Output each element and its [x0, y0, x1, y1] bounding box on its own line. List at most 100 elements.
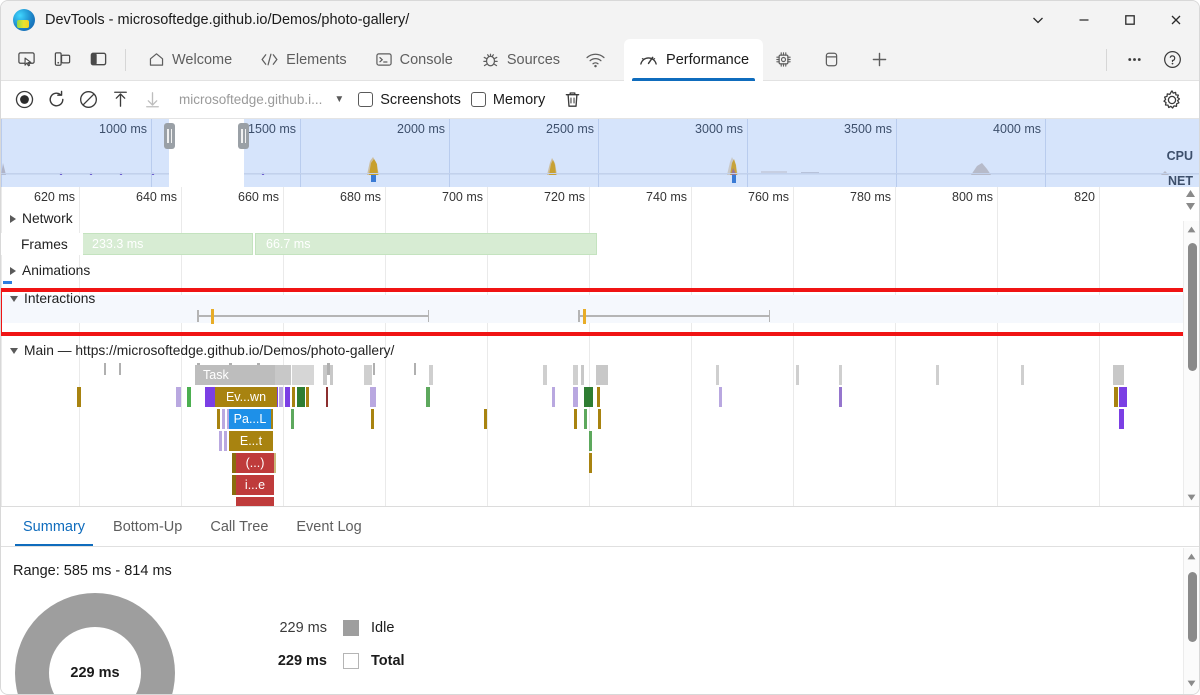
- interaction-start-cap: [197, 310, 199, 322]
- tab-elements[interactable]: Elements: [246, 39, 360, 81]
- profile-url-label[interactable]: microsoftedge.github.i...: [169, 92, 328, 107]
- upload-profile-icon[interactable]: [105, 86, 135, 114]
- drawer-scrollbar[interactable]: [1183, 548, 1199, 694]
- tab-memory[interactable]: [763, 39, 811, 81]
- overview-left-handle[interactable]: [164, 123, 175, 149]
- track-interactions[interactable]: Interactions: [1, 291, 95, 306]
- interaction-entry[interactable]: [578, 309, 770, 324]
- track-frames[interactable]: Frames: [1, 233, 83, 255]
- track-network[interactable]: Network: [1, 211, 73, 226]
- window-title: DevTools - microsoftedge.github.io/Demos…: [45, 12, 410, 28]
- toolbar-divider: [125, 48, 126, 71]
- spinner-up-icon: [1186, 190, 1195, 197]
- maximize-button[interactable]: [1107, 1, 1153, 39]
- donut-center-label: 229 ms: [70, 665, 120, 681]
- gear-icon[interactable]: [1157, 86, 1187, 114]
- detail-scrollbar[interactable]: [1183, 221, 1199, 506]
- legend-label: Total: [371, 652, 405, 669]
- tab-application[interactable]: [811, 39, 859, 81]
- timeline-detail-pane[interactable]: 600 ms 620 ms 640 ms 660 ms 680 ms 700 m…: [1, 187, 1199, 507]
- drawer-scroll-thumb[interactable]: [1187, 572, 1197, 642]
- track-main[interactable]: Main — https://microsoftedge.github.io/D…: [1, 343, 394, 358]
- more-chevron-button[interactable]: [1015, 1, 1061, 39]
- screenshots-label: Screenshots: [380, 91, 461, 108]
- detail-scroll-thumb[interactable]: [1187, 243, 1197, 371]
- overview-right-handle[interactable]: [238, 123, 249, 149]
- performance-toolbar: microsoftedge.github.i... ▼ Screenshots …: [1, 81, 1199, 119]
- dock-panel-icon[interactable]: [81, 44, 115, 76]
- memory-checkbox[interactable]: [470, 92, 486, 107]
- interaction-event-tick: [211, 309, 214, 324]
- tab-call-tree[interactable]: Call Tree: [196, 507, 282, 546]
- chevron-right-icon[interactable]: [10, 214, 16, 223]
- ellipsis-icon[interactable]: [1117, 44, 1151, 76]
- tab-event-log[interactable]: Event Log: [282, 507, 375, 546]
- memory-checkbox-group[interactable]: Memory: [470, 91, 546, 108]
- device-emulation-icon[interactable]: [45, 44, 79, 76]
- frame-block[interactable]: 233.3 ms: [81, 233, 253, 255]
- scroll-up-arrow-icon[interactable]: [1184, 221, 1200, 238]
- legend-row-total[interactable]: 229 ms Total: [253, 644, 405, 677]
- inspect-element-icon[interactable]: [9, 44, 43, 76]
- trash-icon[interactable]: [557, 86, 587, 114]
- window-controls: [1015, 1, 1199, 39]
- download-profile-icon[interactable]: [137, 86, 167, 114]
- track-animations-label: Animations: [22, 263, 91, 278]
- interaction-end-cap: [427, 310, 429, 322]
- title-bar: DevTools - microsoftedge.github.io/Demos…: [1, 1, 1199, 39]
- detail-tick-label: 820: [1074, 190, 1095, 204]
- clear-icon[interactable]: [73, 86, 103, 114]
- performance-toolbar-right: [1157, 86, 1191, 114]
- tab-welcome[interactable]: Welcome: [134, 39, 246, 81]
- scroll-down-arrow-icon[interactable]: [1184, 489, 1200, 506]
- plus-icon: [870, 50, 889, 69]
- tab-bottom-up[interactable]: Bottom-Up: [99, 507, 196, 546]
- add-tab-button[interactable]: [859, 39, 907, 81]
- reload-record-icon[interactable]: [41, 86, 71, 114]
- summary-donut-chart[interactable]: 229 ms: [15, 593, 175, 694]
- chevron-down-icon[interactable]: [10, 295, 18, 302]
- interaction-event-tick: [583, 309, 586, 324]
- bug-icon: [481, 51, 500, 69]
- dock-icon-group: [1, 44, 134, 76]
- legend-row-idle[interactable]: 229 ms Idle: [253, 611, 405, 644]
- flame-bar-parse[interactable]: Pa...L: [229, 409, 271, 429]
- tab-summary[interactable]: Summary: [9, 507, 99, 546]
- tab-network[interactable]: [574, 39, 624, 81]
- scroll-up-arrow-icon[interactable]: [1184, 548, 1200, 565]
- question-circle-icon[interactable]: [1155, 44, 1189, 76]
- flame-bar-event[interactable]: Ev...wn: [215, 387, 277, 407]
- chevron-right-icon[interactable]: [10, 266, 16, 275]
- overview-tick-label: 3000 ms: [695, 122, 743, 136]
- frame-duration-label: 66.7 ms: [266, 237, 311, 251]
- flame-bar-evaluate[interactable]: E...t: [229, 431, 273, 451]
- flame-bar-initialize[interactable]: i...e: [236, 475, 274, 495]
- close-button[interactable]: [1153, 1, 1199, 39]
- screenshots-checkbox[interactable]: [358, 92, 374, 107]
- chevron-down-icon[interactable]: [10, 347, 18, 354]
- application-storage-icon: [822, 50, 841, 69]
- minimize-button[interactable]: [1061, 1, 1107, 39]
- detail-spinner[interactable]: [1184, 189, 1197, 219]
- tab-performance[interactable]: Performance: [624, 38, 764, 81]
- memory-label: Memory: [492, 91, 546, 108]
- summary-content: 229 ms 229 ms Idle 229 ms Total: [1, 579, 1199, 694]
- interaction-entry[interactable]: [197, 309, 429, 324]
- record-icon[interactable]: [9, 86, 39, 114]
- track-animations[interactable]: Animations: [1, 263, 90, 278]
- scroll-down-arrow-icon[interactable]: [1184, 675, 1200, 692]
- chevron-down-icon[interactable]: ▼: [330, 94, 348, 105]
- tab-sources[interactable]: Sources: [467, 39, 574, 81]
- flame-bar-anonymous[interactable]: (...): [236, 453, 274, 473]
- overview-selection-window[interactable]: [169, 119, 244, 187]
- screenshots-checkbox-group[interactable]: Screenshots: [358, 92, 461, 108]
- detail-tick-label: 640 ms: [136, 190, 177, 204]
- tab-event-log-label: Event Log: [296, 518, 362, 535]
- legend-value: 229 ms: [279, 619, 327, 636]
- flame-bar-clipped[interactable]: [236, 497, 274, 506]
- detail-tick-label: 720 ms: [544, 190, 585, 204]
- timeline-overview[interactable]: 500 ms 1000 ms 1500 ms 2000 ms 2500 ms 3…: [1, 119, 1199, 187]
- frame-block[interactable]: 66.7 ms: [255, 233, 597, 255]
- interactions-marker-top: [3, 281, 12, 284]
- tab-console[interactable]: Console: [361, 39, 467, 81]
